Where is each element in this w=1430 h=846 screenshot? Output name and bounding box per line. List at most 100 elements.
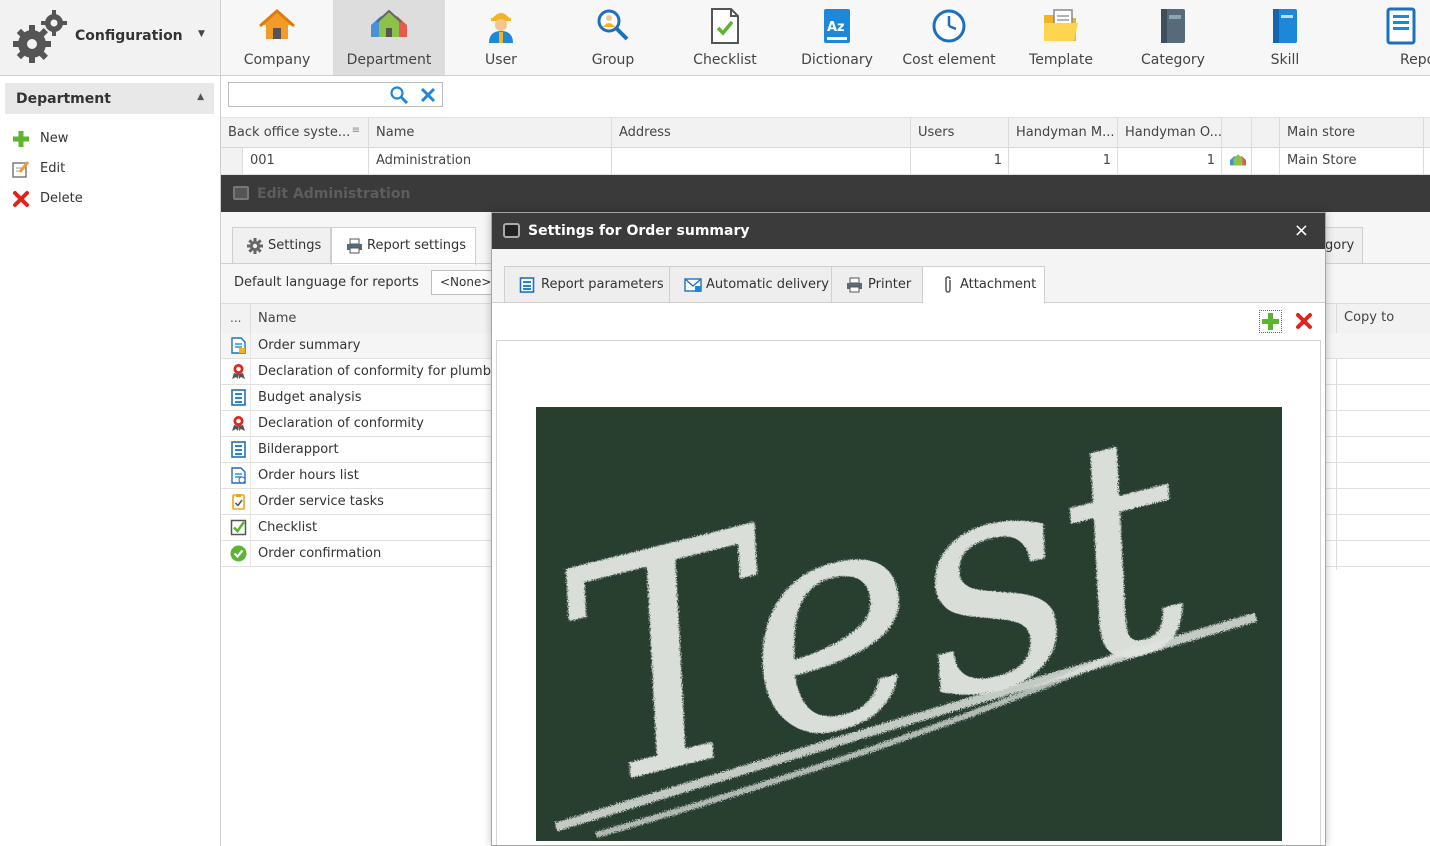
default-language-label: Default language for reports	[234, 275, 419, 290]
column-header-name[interactable]: Name	[369, 118, 612, 147]
ribbon-cost-element-button[interactable]: Cost element	[893, 0, 1005, 75]
ribbon-department-button[interactable]: Department	[333, 0, 445, 75]
check-circle-icon	[230, 545, 247, 562]
group-search-icon	[597, 9, 629, 41]
ribbon-user-button[interactable]: User	[445, 0, 557, 75]
window-icon	[503, 223, 520, 238]
delete-x-icon	[13, 191, 29, 207]
cell-handyman-o: 1	[1118, 148, 1222, 174]
ribbon-template-button[interactable]: Template	[1005, 0, 1117, 75]
ribbon-label: Category	[1141, 52, 1205, 68]
clear-search-icon[interactable]	[418, 85, 438, 105]
tab-printer[interactable]: Printer	[831, 266, 923, 302]
mail-icon	[684, 278, 702, 292]
ribbon-category-button[interactable]: Category	[1117, 0, 1229, 75]
cell-handyman-m: 1	[1009, 148, 1118, 174]
tab-category-label: gory	[1325, 238, 1355, 253]
department-section-title: Department	[16, 91, 111, 107]
report-name: Checklist	[258, 520, 318, 535]
ribbon-label: Department	[346, 52, 432, 68]
department-grid-header: Back office syste... ≡ Name Address User…	[221, 117, 1430, 148]
cell-address	[612, 148, 911, 174]
ribbon-label: Reports	[1400, 52, 1430, 68]
edit-icon	[12, 161, 30, 178]
tab-report-settings[interactable]: Report settings	[331, 227, 476, 265]
table-row[interactable]: 001 Administration 1 1 1 Main Store	[221, 148, 1430, 175]
ribbon-skill-button[interactable]: Skill	[1229, 0, 1341, 75]
cell-department-icon	[1222, 148, 1252, 174]
tab-attachment[interactable]: Attachment	[922, 266, 1045, 303]
report-doc-icon	[231, 337, 246, 354]
column-header-address[interactable]: Address	[612, 118, 911, 147]
report-name: Budget analysis	[258, 390, 362, 405]
delete-label: Delete	[40, 191, 83, 206]
edit-label: Edit	[40, 161, 66, 176]
report-name: Order service tasks	[258, 494, 384, 509]
ribbon-label: Group	[591, 52, 635, 68]
search-input[interactable]	[231, 85, 381, 104]
column-header-copy-to[interactable]: Copy to	[1344, 310, 1394, 325]
tab-settings-label: Settings	[268, 238, 322, 253]
cell-code: 001	[243, 148, 369, 174]
ribbon-toolbar: Company Department User Group Checklist …	[221, 0, 1430, 76]
ribbon-reports-button[interactable]: Reports	[1341, 0, 1430, 75]
department-section-header[interactable]: Department ▲	[5, 83, 214, 114]
ribbon-label: Company	[243, 52, 311, 68]
paperclip-icon	[945, 276, 951, 293]
column-header-icon[interactable]	[1222, 118, 1252, 147]
attachment-preview-image: Test	[536, 407, 1282, 841]
tab-category[interactable]: gory	[1320, 227, 1363, 264]
ribbon-label: Skill	[1270, 52, 1300, 68]
cell-name: Administration	[369, 148, 612, 174]
column-header-back-office[interactable]: Back office syste... ≡	[221, 118, 369, 147]
order-summary-settings-dialog: Settings for Order summary × Report para…	[491, 212, 1326, 846]
window-icon	[233, 186, 249, 200]
edit-window-titlebar: Edit Administration	[221, 175, 1430, 212]
column-header-report-name[interactable]: Name	[258, 311, 296, 326]
row-indicator	[221, 148, 243, 174]
column-header-users[interactable]: Users	[911, 118, 1009, 147]
report-name: Order hours list	[258, 468, 359, 483]
default-language-select[interactable]: <None>	[431, 270, 493, 295]
tab-report-parameters[interactable]: Report parameters	[504, 266, 670, 302]
clock-icon	[932, 9, 966, 43]
column-header-handyman-o[interactable]: Handyman O...	[1118, 118, 1222, 147]
ribbon-label: Cost element	[902, 52, 996, 68]
configuration-menu[interactable]: Configuration ▼	[0, 0, 221, 76]
ribbon-dictionary-button[interactable]: Az Dictionary	[781, 0, 893, 75]
plus-icon	[13, 131, 29, 147]
ribbon-group-button[interactable]: Group	[557, 0, 669, 75]
column-header-handyman-m[interactable]: Handyman M...	[1009, 118, 1118, 147]
award-ribbon-icon	[232, 364, 245, 379]
column-header-blank[interactable]	[1252, 118, 1280, 147]
template-folder-icon	[1044, 9, 1078, 41]
chevron-down-icon: ▼	[198, 29, 205, 39]
report-name: Bilderapport	[258, 442, 339, 457]
plus-icon	[1262, 313, 1279, 330]
tab-settings[interactable]: Settings	[232, 227, 331, 264]
report-name: Declaration of conformity for plumbers	[258, 364, 512, 379]
ribbon-company-button[interactable]: Company	[221, 0, 333, 75]
ribbon-label: Dictionary	[801, 52, 873, 68]
dialog-titlebar[interactable]: Settings for Order summary ×	[492, 213, 1325, 249]
cell-main-store: Main Store	[1280, 148, 1424, 174]
clipboard-icon	[232, 494, 245, 510]
search-icon[interactable]	[389, 85, 409, 105]
house-icon	[259, 8, 295, 39]
ribbon-checklist-button[interactable]: Checklist	[669, 0, 781, 75]
svg-text:Az: Az	[827, 20, 845, 35]
award-ribbon-icon	[232, 416, 245, 431]
department-houses-icon	[1230, 154, 1246, 166]
close-icon[interactable]: ×	[1294, 220, 1309, 241]
gears-icon	[13, 10, 67, 63]
add-attachment-button[interactable]	[1259, 310, 1282, 333]
delete-x-icon[interactable]	[1294, 311, 1314, 331]
tab-automatic-delivery[interactable]: Automatic delivery	[669, 266, 832, 302]
column-header-main-store[interactable]: Main store	[1280, 118, 1424, 147]
gear-icon	[247, 238, 263, 254]
cell-users: 1	[911, 148, 1009, 174]
category-book-icon	[1161, 9, 1185, 43]
ribbon-label: Template	[1029, 52, 1093, 68]
column-header-selector[interactable]: ...	[230, 311, 241, 325]
left-panel: Department ▲ New Edit Delete	[0, 76, 221, 846]
